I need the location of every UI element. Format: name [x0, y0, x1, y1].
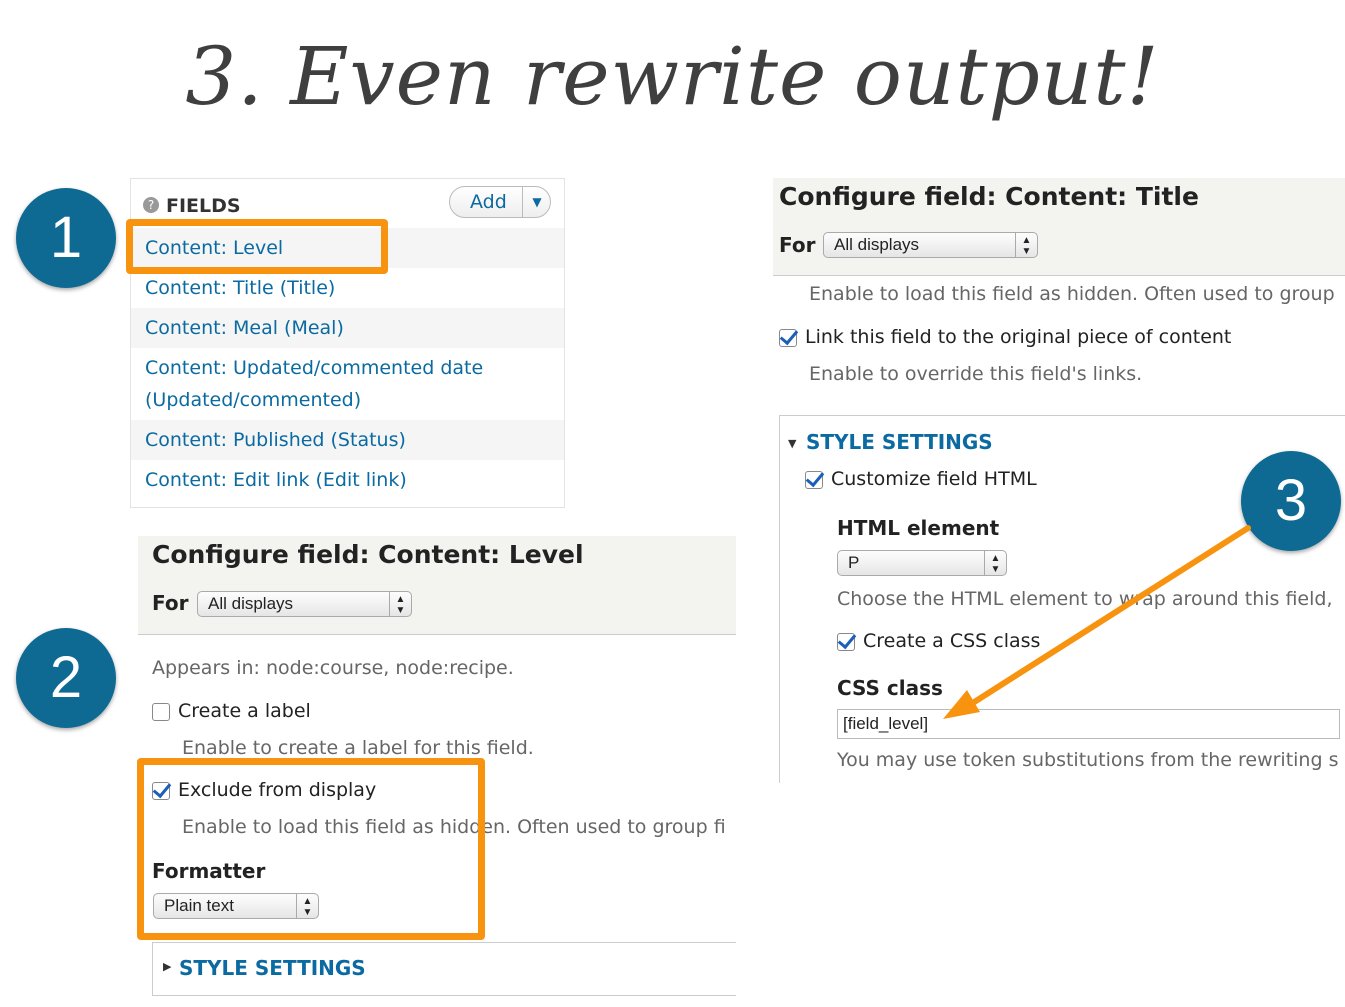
arrow-icon: [943, 525, 1251, 719]
